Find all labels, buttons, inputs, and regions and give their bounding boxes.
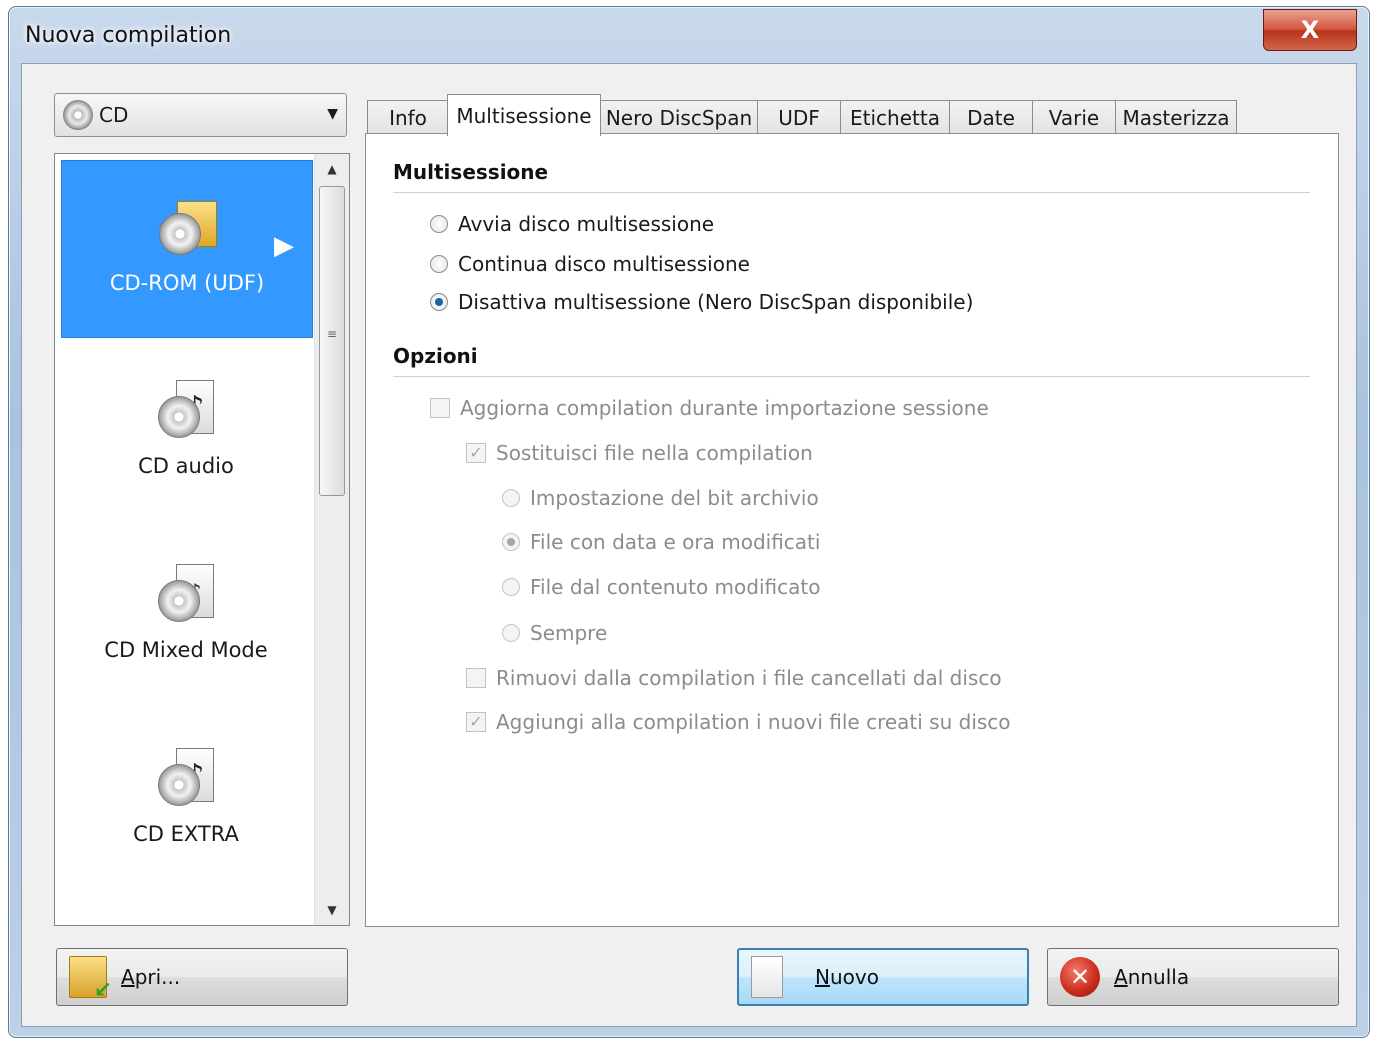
tab-nero-discspan[interactable]: Nero DiscSpan bbox=[600, 100, 758, 134]
radio-label: File dal contenuto modificato bbox=[530, 575, 821, 599]
checkbox-label: Aggiungi alla compilation i nuovi file c… bbox=[496, 710, 1011, 734]
open-button[interactable]: Apri... bbox=[56, 948, 348, 1006]
checkbox-checked[interactable]: ✓ bbox=[466, 712, 486, 732]
tab-label: Info bbox=[389, 105, 427, 130]
dialog-window: Nuova compilation X CD ▼ CD-ROM (UDF) ▶ … bbox=[8, 6, 1370, 1038]
checkbox-replace-files[interactable]: ✓ Sostituisci file nella compilation bbox=[466, 441, 813, 465]
close-icon: X bbox=[1300, 16, 1320, 44]
tab-info[interactable]: Info bbox=[367, 100, 449, 134]
media-type-value: CD bbox=[99, 103, 129, 127]
radio-button[interactable] bbox=[502, 578, 520, 596]
grip-icon: ≡ bbox=[327, 327, 338, 341]
radio-label: Impostazione del bit archivio bbox=[530, 486, 819, 510]
radio-content-modified[interactable]: File dal contenuto modificato bbox=[502, 575, 820, 599]
dialog-client-area: CD ▼ CD-ROM (UDF) ▶ ♪ CD audio ♪ bbox=[21, 63, 1357, 1027]
cd-extra-icon: ♪ bbox=[158, 744, 214, 808]
radio-date-time-modified[interactable]: File con data e ora modificati bbox=[502, 530, 820, 554]
list-item-label: CD Mixed Mode bbox=[104, 638, 268, 662]
tab-label: Etichetta bbox=[850, 105, 940, 130]
tab-etichetta[interactable]: Etichetta bbox=[840, 100, 950, 134]
vertical-scrollbar[interactable]: ▲ ≡ ▼ bbox=[314, 154, 349, 925]
close-button[interactable]: X bbox=[1263, 9, 1357, 51]
radio-continue-multisession[interactable]: Continua disco multisessione bbox=[430, 252, 750, 276]
cd-rom-udf-icon bbox=[159, 193, 217, 257]
cd-mixed-mode-icon: ♪ bbox=[158, 560, 214, 624]
radio-button-checked[interactable] bbox=[502, 533, 520, 551]
tab-multisessione[interactable]: Multisessione bbox=[447, 94, 601, 136]
title-bar[interactable]: Nuova compilation X bbox=[9, 7, 1369, 63]
tab-masterizza[interactable]: Masterizza bbox=[1115, 100, 1237, 134]
list-item-cd-mixed-mode[interactable]: ♪ CD Mixed Mode bbox=[61, 528, 311, 704]
open-folder-icon bbox=[69, 956, 112, 1003]
checkbox[interactable] bbox=[466, 668, 486, 688]
radio-always[interactable]: Sempre bbox=[502, 621, 607, 645]
checkbox-label: Rimuovi dalla compilation i file cancell… bbox=[496, 666, 1002, 690]
tab-label: Nero DiscSpan bbox=[605, 105, 753, 130]
checkbox-checked[interactable]: ✓ bbox=[466, 443, 486, 463]
radio-label: Disattiva multisessione (Nero DiscSpan d… bbox=[458, 290, 974, 314]
tab-label: Date bbox=[967, 105, 1015, 130]
compilation-type-list: CD-ROM (UDF) ▶ ♪ CD audio ♪ CD Mixed Mod… bbox=[54, 153, 350, 926]
window-title: Nuova compilation bbox=[25, 23, 232, 48]
tab-label: Masterizza bbox=[1122, 105, 1230, 130]
list-item-label: CD audio bbox=[138, 454, 234, 478]
list-item-cd-extra[interactable]: ♪ CD EXTRA bbox=[61, 712, 311, 888]
scroll-up-arrow-icon[interactable]: ▲ bbox=[315, 154, 349, 184]
radio-button[interactable] bbox=[430, 215, 448, 233]
radio-button[interactable] bbox=[430, 255, 448, 273]
open-button-label: Apri... bbox=[121, 965, 181, 989]
radio-button[interactable] bbox=[502, 489, 520, 507]
new-document-icon bbox=[751, 956, 783, 998]
scroll-thumb[interactable]: ≡ bbox=[319, 186, 345, 496]
list-item-label: CD EXTRA bbox=[133, 822, 239, 846]
cancel-button[interactable]: ✕ Annulla bbox=[1047, 948, 1339, 1006]
checkbox-label: Aggiorna compilation durante importazion… bbox=[460, 396, 989, 420]
tab-label: Multisessione bbox=[456, 103, 592, 128]
radio-label: Sempre bbox=[530, 621, 608, 645]
section-divider bbox=[393, 376, 1310, 377]
tab-varie[interactable]: Varie bbox=[1032, 100, 1116, 134]
radio-disable-multisession[interactable]: Disattiva multisessione (Nero DiscSpan d… bbox=[430, 290, 973, 314]
tab-date[interactable]: Date bbox=[949, 100, 1033, 134]
cancel-button-label: Annulla bbox=[1114, 965, 1190, 989]
checkbox-remove-deleted[interactable]: Rimuovi dalla compilation i file cancell… bbox=[466, 666, 1002, 690]
new-button[interactable]: Nuovo bbox=[737, 948, 1029, 1006]
checkbox-add-new[interactable]: ✓ Aggiungi alla compilation i nuovi file… bbox=[466, 710, 1011, 734]
checkbox-update-compilation[interactable]: Aggiorna compilation durante importazion… bbox=[430, 396, 989, 420]
cd-audio-icon: ♪ bbox=[158, 376, 214, 440]
list-item-cd-audio[interactable]: ♪ CD audio bbox=[61, 344, 311, 520]
section-title-multisession: Multisessione bbox=[393, 160, 549, 184]
multisession-tab-panel: Multisessione Avvia disco multisessione … bbox=[365, 133, 1339, 927]
radio-archive-bit[interactable]: Impostazione del bit archivio bbox=[502, 486, 819, 510]
radio-label: Avvia disco multisessione bbox=[458, 212, 715, 236]
new-button-label: Nuovo bbox=[815, 965, 879, 989]
media-type-select[interactable]: CD ▼ bbox=[54, 93, 347, 137]
checkbox-label: Sostituisci file nella compilation bbox=[496, 441, 813, 465]
list-item-cd-rom-udf[interactable]: CD-ROM (UDF) ▶ bbox=[61, 160, 313, 338]
list-item-label: CD-ROM (UDF) bbox=[109, 271, 265, 295]
tab-label: Varie bbox=[1048, 105, 1100, 130]
radio-button-checked[interactable] bbox=[430, 293, 448, 311]
radio-label: Continua disco multisessione bbox=[458, 252, 750, 276]
disc-icon bbox=[63, 100, 93, 130]
radio-button[interactable] bbox=[502, 624, 520, 642]
section-title-options: Opzioni bbox=[393, 344, 478, 368]
radio-label: File con data e ora modificati bbox=[530, 530, 821, 554]
radio-start-multisession[interactable]: Avvia disco multisessione bbox=[430, 212, 714, 236]
cancel-icon: ✕ bbox=[1060, 957, 1100, 997]
tab-label: UDF bbox=[778, 105, 820, 130]
expand-arrow-icon: ▶ bbox=[274, 231, 294, 261]
tab-udf[interactable]: UDF bbox=[757, 100, 841, 134]
scroll-down-arrow-icon[interactable]: ▼ bbox=[315, 895, 349, 925]
checkbox[interactable] bbox=[430, 398, 450, 418]
section-divider bbox=[393, 192, 1310, 193]
chevron-down-icon: ▼ bbox=[327, 106, 338, 122]
